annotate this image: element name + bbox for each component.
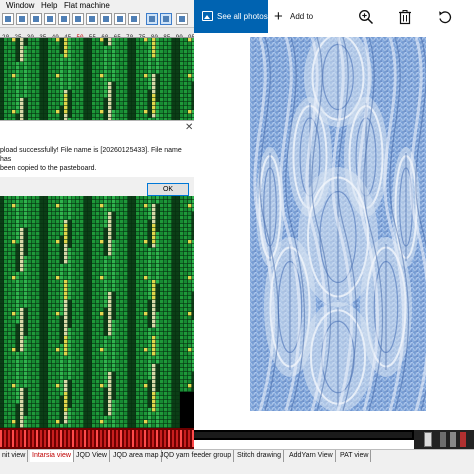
grid-edge bbox=[180, 392, 194, 428]
stitch-grid-top[interactable] bbox=[0, 38, 194, 120]
tool-bar bbox=[0, 11, 194, 28]
horizontal-scrollbar[interactable] bbox=[194, 430, 414, 440]
tab-knit-view[interactable]: nit view bbox=[0, 450, 29, 462]
tab-jqd-yarn-feeder-group[interactable]: JQD yarn feeder group bbox=[158, 450, 235, 462]
menu-window[interactable]: Window bbox=[6, 0, 34, 11]
menu-flat-machine[interactable]: Flat machine bbox=[64, 0, 110, 11]
dialog-message-line-1: pload successfully! File name is [202601… bbox=[0, 147, 182, 163]
ok-button[interactable]: OK bbox=[147, 183, 189, 196]
status-bar bbox=[0, 462, 474, 474]
preview-panel bbox=[414, 430, 474, 449]
scrollbar-thumb[interactable] bbox=[194, 432, 412, 438]
tool-button-12[interactable] bbox=[160, 13, 172, 25]
row-indicator-bar bbox=[0, 428, 194, 449]
screen: Window Help Flat machine 20 25 30 35 40 45 50 5… bbox=[0, 0, 474, 474]
tab-pat-view[interactable]: PAT view bbox=[338, 450, 372, 462]
tool-button-4[interactable] bbox=[44, 13, 56, 25]
view-tab-bar: nit view Intarsia view JQD View JQD area… bbox=[0, 449, 474, 462]
tab-jqd-area-map[interactable]: JQD area map bbox=[111, 450, 162, 462]
photos-viewer: See all photos + Add to bbox=[194, 0, 474, 430]
tab-jqd-view[interactable]: JQD View bbox=[74, 450, 110, 462]
tool-button-2[interactable] bbox=[16, 13, 28, 25]
photos-toolbar: See all photos + Add to bbox=[194, 0, 474, 33]
add-to-label: Add to bbox=[290, 12, 314, 21]
see-all-photos-button[interactable]: See all photos bbox=[194, 0, 268, 33]
tool-button-5[interactable] bbox=[58, 13, 70, 25]
dialog-message: pload successfully! File name is [202601… bbox=[0, 146, 185, 173]
tab-intarsia-view[interactable]: Intarsia view bbox=[30, 450, 74, 462]
dialog-button-bar: OK bbox=[0, 177, 194, 197]
delete-icon[interactable] bbox=[397, 9, 413, 25]
ruler-ticks: 20253035404550556065707580859095100 bbox=[2, 34, 194, 37]
menu-bar: Window Help Flat machine bbox=[0, 0, 194, 11]
upload-dialog: ✕ pload successfully! File name is [2026… bbox=[0, 120, 194, 197]
column-ruler: 20253035404550556065707580859095100 bbox=[0, 28, 194, 38]
tool-button-7[interactable] bbox=[86, 13, 98, 25]
plus-icon: + bbox=[274, 8, 283, 25]
stitch-grid-bottom[interactable] bbox=[0, 196, 194, 428]
tab-addyarn-view[interactable]: AddYarn View bbox=[287, 450, 336, 462]
tool-button-8[interactable] bbox=[100, 13, 112, 25]
tool-button-6[interactable] bbox=[72, 13, 84, 25]
knit-photo bbox=[250, 37, 426, 411]
photos-icon bbox=[202, 11, 213, 21]
tool-button-1[interactable] bbox=[2, 13, 14, 25]
tool-button-10[interactable] bbox=[128, 13, 140, 25]
tool-button-9[interactable] bbox=[114, 13, 126, 25]
see-all-photos-label: See all photos bbox=[217, 12, 268, 21]
tool-button-11[interactable] bbox=[146, 13, 158, 25]
tool-button-3[interactable] bbox=[30, 13, 42, 25]
tool-button-13[interactable] bbox=[176, 13, 188, 25]
zoom-in-icon[interactable] bbox=[358, 9, 374, 25]
dialog-message-line-2: been copied to the pasteboard. bbox=[0, 165, 97, 172]
preview-thumbnail[interactable] bbox=[424, 432, 432, 447]
preview-strip bbox=[440, 432, 466, 447]
close-icon[interactable]: ✕ bbox=[185, 122, 194, 133]
rotate-icon[interactable] bbox=[437, 9, 453, 25]
menu-help[interactable]: Help bbox=[41, 0, 57, 11]
tab-stitch-drawing[interactable]: Stitch drawing bbox=[235, 450, 284, 462]
